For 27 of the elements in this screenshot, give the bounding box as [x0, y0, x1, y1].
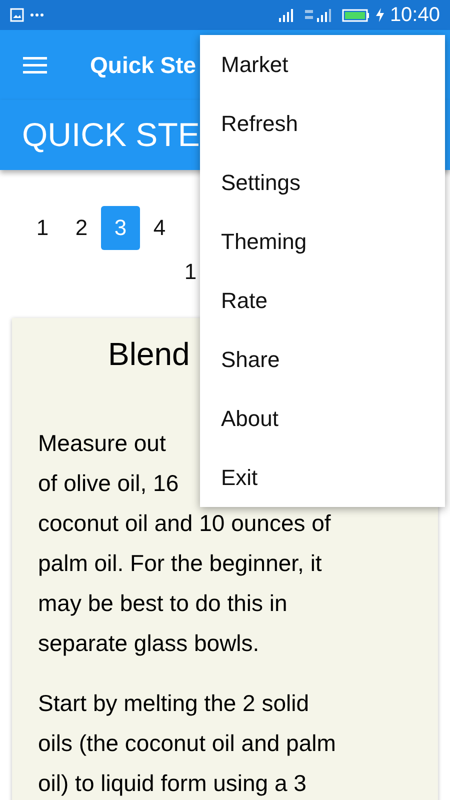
menu-item[interactable]: Share — [200, 330, 445, 389]
page-heading: QUICK STE — [22, 116, 200, 154]
page-button[interactable]: 2 — [62, 206, 101, 250]
more-icon — [30, 13, 44, 17]
paragraph-line: of olive oil, 16 — [38, 469, 179, 498]
paragraph-line: coconut oil and 10 ounces of — [38, 509, 331, 538]
page-button[interactable]: 4 — [140, 206, 179, 250]
menu-item[interactable]: Refresh — [200, 94, 445, 153]
paragraph-line: oils (the coconut oil and palm — [38, 729, 336, 758]
charging-icon — [376, 8, 384, 22]
menu-item[interactable]: About — [200, 389, 445, 448]
menu-item[interactable]: Exit — [200, 448, 445, 507]
card-title: Blend — [108, 336, 190, 373]
app-title: Quick Ste — [90, 52, 196, 78]
image-icon — [10, 8, 24, 22]
battery-icon — [342, 8, 370, 22]
paragraph-line: separate glass bowls. — [38, 629, 260, 658]
menu-icon[interactable] — [23, 56, 47, 74]
clock: 10:40 — [390, 4, 440, 26]
menu-item[interactable]: Market — [200, 35, 445, 94]
paragraph-line: oil) to liquid form using a 3 — [38, 769, 306, 798]
paragraph-line: palm oil. For the beginner, it — [38, 549, 322, 578]
paragraph-line: may be best to do this in — [38, 589, 288, 618]
page-button[interactable]: 1 — [23, 206, 62, 250]
paragraph-line: Measure out — [38, 429, 166, 458]
menu-item[interactable]: Settings — [200, 153, 445, 212]
paragraph-line: Start by melting the 2 solid — [38, 689, 310, 718]
